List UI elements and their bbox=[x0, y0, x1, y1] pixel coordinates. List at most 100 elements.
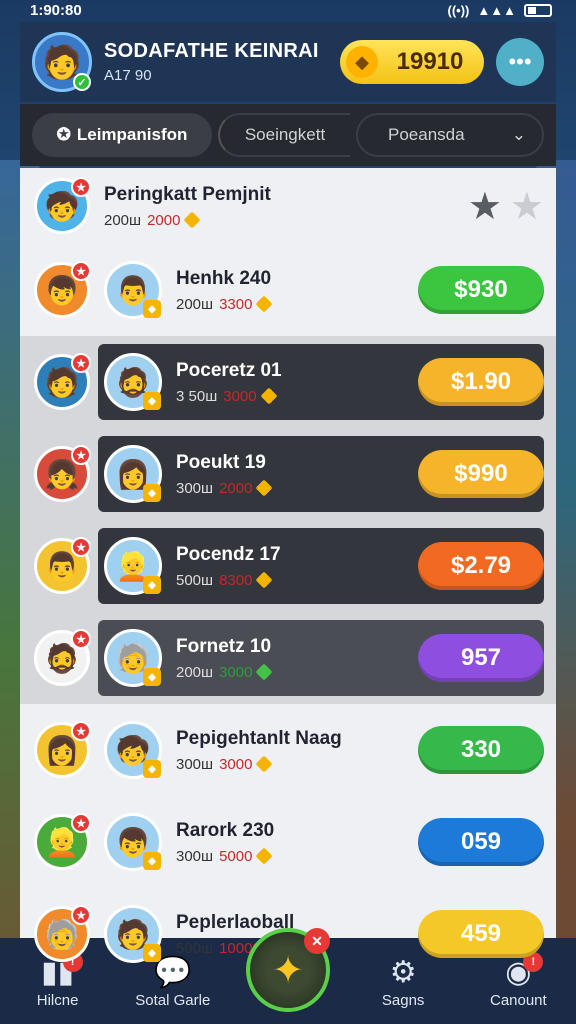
coin-icon: ◆ bbox=[346, 46, 378, 78]
player-avatar[interactable]: 🧑 ✓ bbox=[32, 32, 92, 92]
leaderboard-row[interactable]: 👧 ★ 👩 ◆ Poeukt 19 300ш 2000 $990 bbox=[20, 428, 556, 520]
player-name: SODAFATHE KEINRAI bbox=[104, 40, 319, 62]
rank-badge: ★ bbox=[71, 905, 91, 925]
leaderboard-row[interactable]: 👦 ★ 👨 ◆ Henhk 240 200ш 3300 $930 bbox=[20, 244, 556, 336]
price-button[interactable]: 330 bbox=[418, 726, 544, 774]
coin-balance[interactable]: ◆ 19910 bbox=[340, 40, 484, 84]
row-name: Pocendz 17 bbox=[176, 543, 281, 565]
rank-avatar[interactable]: 🧔 ★ bbox=[34, 629, 91, 686]
center-action-button[interactable]: ✦ ✕ bbox=[246, 928, 330, 1012]
rank-badge: ★ bbox=[71, 445, 91, 465]
gem-chip-icon bbox=[255, 755, 273, 773]
wifi-icon: ((•)) bbox=[447, 2, 470, 18]
level-chip-icon: ◆ bbox=[143, 300, 161, 318]
rank-avatar[interactable]: 👱 ★ bbox=[34, 813, 91, 870]
row-name: Poceretz 01 bbox=[176, 359, 282, 381]
row-stat-a: 300ш bbox=[176, 479, 214, 497]
fab-badge: ✕ bbox=[304, 928, 330, 954]
row-name: Peringkatt Pemjnit bbox=[104, 183, 271, 205]
rank-badge: ★ bbox=[71, 537, 91, 557]
status-bar: 1:90:80 ((•)) ▲▲▲ bbox=[0, 0, 576, 20]
leaderboard-row[interactable]: 👩 ★ 🧒 ◆ Pepigehtanlt Naag 300ш 3000 330 bbox=[20, 704, 556, 796]
gem-chip-icon bbox=[255, 295, 273, 313]
rank-avatar[interactable]: 👧 ★ bbox=[34, 445, 91, 502]
leaderboard-list: 🧒 ★ Peringkatt Pemjnit 200ш 2000 ★ ★ 👦 ★ 👨 ◆ Henhk … bbox=[20, 168, 556, 980]
status-time: 1:90:80 bbox=[30, 1, 82, 19]
battery-icon bbox=[524, 3, 552, 17]
star-outline-icon[interactable]: ★ bbox=[510, 184, 544, 229]
price-button[interactable]: $1.90 bbox=[418, 358, 544, 406]
row-stats: 300ш 2000 bbox=[176, 480, 418, 497]
rank-avatar[interactable]: 👦 ★ bbox=[34, 261, 91, 318]
opponent-avatar[interactable]: 🧑 ◆ bbox=[104, 905, 162, 963]
level-chip-icon: ◆ bbox=[143, 668, 161, 686]
gem-chip-icon bbox=[255, 847, 273, 865]
opponent-avatar[interactable]: 🧔 ◆ bbox=[104, 353, 162, 411]
level-chip-icon: ◆ bbox=[143, 484, 161, 502]
gem-chip-icon bbox=[183, 211, 201, 229]
price-button[interactable]: $990 bbox=[418, 450, 544, 498]
row-stats: 3 50ш 3000 bbox=[176, 388, 418, 405]
row-stat-b: 3300 bbox=[219, 295, 253, 313]
row-name: Fornetz 10 bbox=[176, 635, 272, 657]
row-stat-b: 8300 bbox=[219, 571, 253, 589]
rank-badge: ★ bbox=[71, 353, 91, 373]
rank-badge: ★ bbox=[71, 629, 91, 649]
opponent-avatar[interactable]: 👨 ◆ bbox=[104, 261, 162, 319]
level-chip-icon: ◆ bbox=[143, 944, 161, 962]
player-subtitle: A17 90 bbox=[104, 67, 152, 84]
tab-leaderboard[interactable]: ✪ Leimpanisfon bbox=[32, 113, 212, 157]
tab-dropdown[interactable]: Poeansda ⌄ bbox=[356, 113, 544, 157]
nav-account[interactable]: ◉ ! Canount bbox=[463, 951, 573, 1009]
row-stats: 500ш 8300 bbox=[176, 572, 418, 589]
price-button[interactable]: 957 bbox=[418, 634, 544, 682]
rank-avatar[interactable]: 🧓 ★ bbox=[34, 905, 91, 962]
leaderboard-row[interactable]: 🧔 ★ 🧓 ◆ Fornetz 10 200ш 3000 957 bbox=[20, 612, 556, 704]
row-stat-b: 3000 bbox=[219, 755, 253, 773]
star-icon[interactable]: ★ bbox=[468, 184, 502, 229]
opponent-avatar[interactable]: 👱 ◆ bbox=[104, 537, 162, 595]
price-button[interactable]: $930 bbox=[418, 266, 544, 314]
row-stat-b: 5000 bbox=[219, 847, 253, 865]
tab-bar: ✪ Leimpanisfon Soeingkett Poeansda ⌄ bbox=[20, 104, 556, 166]
rank-badge: ★ bbox=[71, 813, 91, 833]
rank-badge: ★ bbox=[71, 721, 91, 741]
opponent-avatar[interactable]: 👩 ◆ bbox=[104, 445, 162, 503]
rank-badge: ★ bbox=[71, 177, 91, 197]
level-chip-icon: ◆ bbox=[143, 852, 161, 870]
row-stats: 300ш 5000 bbox=[176, 848, 418, 865]
leaderboard-row[interactable]: 🧑 ★ 🧔 ◆ Poceretz 01 3 50ш 3000 $1.90 bbox=[20, 336, 556, 428]
row-stats: 200ш 3300 bbox=[176, 296, 418, 313]
opponent-avatar[interactable]: 👦 ◆ bbox=[104, 813, 162, 871]
rank-avatar[interactable]: 👨 ★ bbox=[34, 537, 91, 594]
signal-icon: ▲▲▲ bbox=[477, 2, 516, 18]
gem-chip-icon bbox=[255, 479, 273, 497]
row-stat-a: 200ш bbox=[104, 211, 142, 229]
row-stat-b: 2000 bbox=[147, 211, 181, 229]
coin-value: 19910 bbox=[396, 48, 464, 75]
opponent-avatar[interactable]: 🧓 ◆ bbox=[104, 629, 162, 687]
row-stat-a: 200ш bbox=[176, 295, 214, 313]
row-name: Rarork 230 bbox=[176, 819, 275, 841]
row-stat-a: 300ш bbox=[176, 755, 214, 773]
profile-header: 🧑 ✓ SODAFATHE KEINRAI A17 90 ◆ 19910 ••• bbox=[20, 22, 556, 102]
nav-settings[interactable]: ⚙ Sagns bbox=[348, 954, 458, 1009]
account-icon: ◉ bbox=[505, 955, 532, 989]
rank-avatar[interactable]: 👩 ★ bbox=[34, 721, 91, 778]
row-name: Henhk 240 bbox=[176, 267, 272, 289]
rank-badge: ★ bbox=[71, 261, 91, 281]
price-button[interactable]: 459 bbox=[418, 910, 544, 958]
price-button[interactable]: $2.79 bbox=[418, 542, 544, 590]
rank-avatar[interactable]: 🧒 ★ bbox=[34, 177, 91, 234]
price-button[interactable]: 059 bbox=[418, 818, 544, 866]
chat-button[interactable]: ••• bbox=[496, 38, 544, 86]
row-stat-a: 200ш bbox=[176, 663, 214, 681]
star-badge-icon: ✪ bbox=[56, 125, 71, 144]
leaderboard-row[interactable]: 👱 ★ 👦 ◆ Rarork 230 300ш 5000 059 bbox=[20, 796, 556, 888]
row-stat-a: 500ш bbox=[176, 939, 214, 957]
leaderboard-row[interactable]: 🧒 ★ Peringkatt Pemjnit 200ш 2000 ★ ★ bbox=[20, 168, 556, 244]
leaderboard-row[interactable]: 👨 ★ 👱 ◆ Pocendz 17 500ш 8300 $2.79 bbox=[20, 520, 556, 612]
tab-second[interactable]: Soeingkett bbox=[218, 113, 350, 157]
opponent-avatar[interactable]: 🧒 ◆ bbox=[104, 721, 162, 779]
rank-avatar[interactable]: 🧑 ★ bbox=[34, 353, 91, 410]
